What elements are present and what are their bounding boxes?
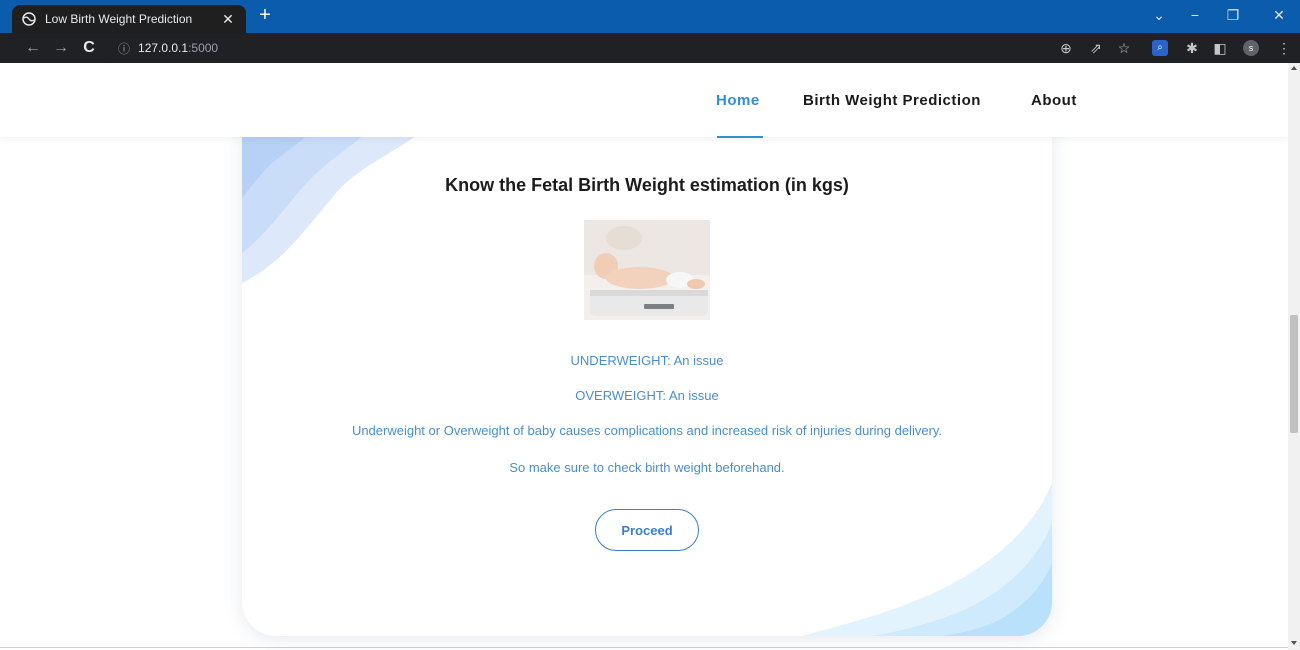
address-bar[interactable]: ⓘ 127.0.0.1:5000	[108, 36, 1160, 60]
forward-icon[interactable]: →	[50, 36, 72, 60]
tab-close-icon[interactable]: ✕	[220, 11, 236, 28]
bookmark-star-icon[interactable]: ☆	[1114, 38, 1134, 58]
page-viewport: Know the Fetal Birth Weight estimation (…	[0, 63, 1288, 650]
side-panel-icon[interactable]: ◧	[1210, 38, 1230, 58]
browser-tab[interactable]: Low Birth Weight Prediction ✕	[12, 5, 246, 33]
top-navbar: Home Birth Weight Prediction About	[0, 63, 1288, 138]
vertical-scrollbar[interactable]	[1288, 63, 1300, 650]
content-card: Know the Fetal Birth Weight estimation (…	[242, 103, 1052, 636]
advice-line: So make sure to check birth weight befor…	[509, 460, 785, 475]
tab-search-icon[interactable]: ⌄	[1148, 3, 1170, 27]
reload-icon[interactable]: C	[78, 36, 100, 60]
back-icon[interactable]: ←	[22, 36, 44, 60]
extensions-puzzle-icon[interactable]: ✱	[1182, 38, 1202, 58]
site-info-icon[interactable]: ⓘ	[118, 40, 130, 57]
zoom-icon[interactable]: ⊕	[1056, 38, 1076, 58]
scroll-up-icon[interactable]	[1291, 66, 1297, 70]
baby-on-scale-image	[584, 220, 710, 320]
underweight-line: UNDERWEIGHT: An issue	[570, 353, 724, 368]
tab-title: Low Birth Weight Prediction	[45, 12, 193, 26]
url-port: :5000	[188, 41, 219, 55]
new-tab-button[interactable]: +	[256, 5, 274, 27]
proceed-button[interactable]: Proceed	[595, 509, 699, 551]
scroll-down-icon[interactable]	[1291, 641, 1297, 645]
card-title: Know the Fetal Birth Weight estimation (…	[445, 175, 849, 195]
nav-birth-weight-prediction[interactable]: Birth Weight Prediction	[803, 92, 981, 109]
restore-icon[interactable]: ❐	[1222, 3, 1244, 27]
share-icon[interactable]: ⇗	[1086, 38, 1106, 58]
globe-icon	[22, 12, 36, 26]
risk-description: Underweight or Overweight of baby causes…	[351, 423, 943, 438]
scrollbar-thumb[interactable]	[1290, 315, 1298, 433]
browser-tabstrip: Low Birth Weight Prediction ✕ + ⌄ − ❐ ✕	[0, 0, 1300, 33]
url-host: 127.0.0.1	[138, 41, 189, 55]
extension-search-icon[interactable]: ⌕	[1152, 40, 1168, 56]
nav-home[interactable]: Home	[716, 92, 760, 109]
browser-toolbar: ← → C ⓘ 127.0.0.1:5000 ⊕ ⇗ ☆ ⌕ ✱ ◧ s ⋮	[0, 33, 1300, 63]
overweight-line: OVERWEIGHT: An issue	[575, 388, 719, 403]
profile-avatar[interactable]: s	[1243, 40, 1259, 56]
nav-active-underline	[717, 136, 763, 138]
window-bottom-border	[0, 647, 1288, 648]
minimize-icon[interactable]: −	[1184, 3, 1206, 27]
nav-about[interactable]: About	[1031, 92, 1077, 109]
menu-kebab-icon[interactable]: ⋮	[1274, 38, 1294, 58]
close-window-icon[interactable]: ✕	[1268, 3, 1290, 27]
